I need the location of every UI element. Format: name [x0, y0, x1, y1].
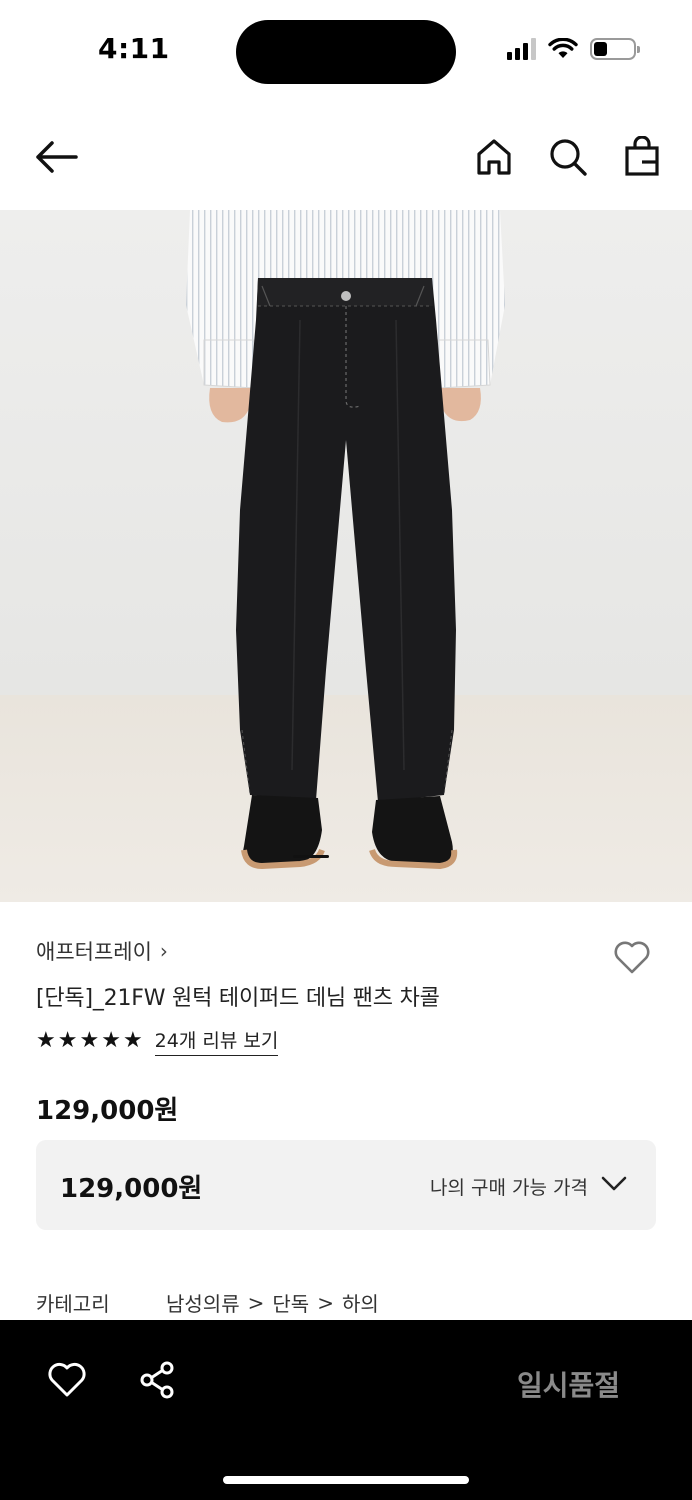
dynamic-island [236, 20, 456, 84]
home-indicator [223, 1476, 469, 1484]
product-title: [단독]_21FW 원턱 테이퍼드 데님 팬츠 차콜 [36, 986, 440, 1011]
soldout-button[interactable]: 일시품절 [517, 1364, 620, 1404]
rating-row: ★ ★ ★ ★ ★ 24개 리뷰 보기 [36, 1026, 279, 1056]
star-icon: ★ [122, 1028, 143, 1053]
back-arrow-icon[interactable] [30, 136, 82, 178]
benefit-price-label: 나의 구매 가능 가격 [430, 1177, 588, 1199]
wifi-icon [548, 38, 578, 58]
category-item[interactable]: 단독 [272, 1288, 309, 1317]
star-icon: ★ [101, 1028, 121, 1053]
status-time: 4:11 [98, 32, 170, 65]
battery-icon [590, 38, 640, 60]
brand-name: 애프터프레이 [36, 940, 152, 964]
product-photo [0, 210, 692, 902]
shopping-bag-icon[interactable] [622, 136, 662, 178]
cellular-signal-icon [507, 38, 536, 60]
category-breadcrumb: 남성의류 > 단독 > 하의 [166, 1288, 379, 1317]
share-icon[interactable] [138, 1360, 178, 1400]
category-label: 카테고리 [36, 1292, 110, 1316]
benefit-price: 129,000원 [60, 1174, 203, 1204]
bottom-action-bar: 일시품절 [0, 1320, 692, 1500]
status-icons [507, 38, 640, 60]
star-icon: ★ [79, 1028, 100, 1053]
heart-icon[interactable] [46, 1360, 88, 1400]
image-slide-indicator [293, 855, 329, 858]
rating-stars: ★ ★ ★ ★ ★ [36, 1030, 143, 1052]
battery-level [594, 42, 608, 56]
star-icon: ★ [36, 1028, 56, 1053]
category-row: 카테고리 남성의류 > 단독 > 하의 [36, 1288, 379, 1317]
chevron-right-icon: > [247, 1290, 265, 1315]
product-image[interactable] [0, 210, 692, 902]
wishlist-heart-icon[interactable] [612, 938, 652, 976]
review-link[interactable]: 24개 리뷰 보기 [154, 1026, 279, 1056]
status-bar: 4:11 [0, 0, 692, 100]
category-item[interactable]: 남성의류 [166, 1288, 240, 1317]
search-icon[interactable] [548, 136, 588, 178]
product-price: 129,000원 [36, 1096, 179, 1126]
nav-actions [474, 136, 662, 178]
brand-link[interactable]: 애프터프레이 › [36, 936, 168, 966]
benefit-price-box[interactable]: 129,000원 나의 구매 가능 가격 [36, 1140, 656, 1230]
star-icon: ★ [57, 1028, 78, 1053]
chevron-right-icon: › [159, 939, 168, 963]
home-icon[interactable] [474, 136, 514, 178]
chevron-down-icon [601, 1176, 627, 1191]
category-item[interactable]: 하의 [342, 1288, 379, 1317]
chevron-right-icon: > [317, 1290, 334, 1315]
nav-bar [0, 110, 692, 206]
